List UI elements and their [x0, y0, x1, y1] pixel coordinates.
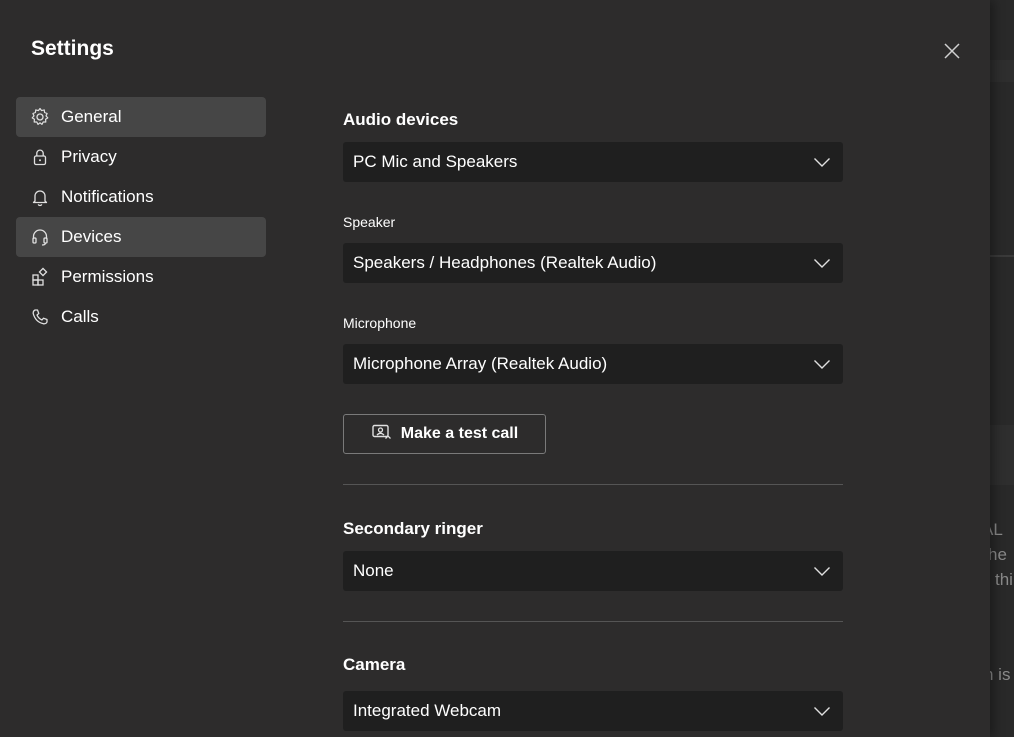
chevron-down-icon	[811, 151, 833, 173]
audio-devices-label: Audio devices	[343, 110, 459, 129]
background-text: thi	[995, 570, 1013, 589]
make-test-call-button[interactable]: Make a test call	[343, 414, 546, 454]
speaker-dropdown[interactable]: Speakers / Headphones (Realtek Audio)	[343, 243, 843, 283]
nav-item-general[interactable]: General	[16, 97, 266, 137]
secondary-ringer-dropdown[interactable]: None	[343, 551, 843, 591]
secondary-ringer-label: Secondary ringer	[343, 519, 483, 538]
test-call-icon	[371, 423, 393, 446]
audio-devices-dropdown[interactable]: PC Mic and Speakers	[343, 142, 843, 182]
dropdown-value: Microphone Array (Realtek Audio)	[353, 354, 608, 373]
background-text: AL	[990, 520, 1003, 539]
nav-item-label: Permissions	[61, 267, 154, 286]
lock-icon	[29, 146, 51, 168]
close-icon	[944, 43, 960, 59]
chevron-down-icon	[811, 252, 833, 274]
nav-item-label: General	[61, 107, 122, 126]
dropdown-value: PC Mic and Speakers	[353, 152, 518, 171]
background-text: he	[990, 545, 1007, 564]
nav-item-calls[interactable]: Calls	[16, 297, 266, 337]
dropdown-value: Integrated Webcam	[353, 701, 502, 720]
section-divider	[343, 621, 843, 622]
settings-nav: General Privacy Notifications Devices Pe…	[16, 97, 266, 337]
chevron-down-icon	[811, 560, 833, 582]
background-strip	[990, 60, 1014, 82]
chevron-down-icon	[811, 700, 833, 722]
chevron-down-icon	[811, 353, 833, 375]
nav-item-label: Privacy	[61, 147, 117, 166]
nav-item-notifications[interactable]: Notifications	[16, 177, 266, 217]
background-divider	[990, 255, 1014, 257]
nav-item-permissions[interactable]: Permissions	[16, 257, 266, 297]
microphone-label: Microphone	[343, 315, 417, 331]
gear-icon	[29, 106, 51, 128]
dropdown-value: None	[353, 561, 394, 580]
camera-label: Camera	[343, 655, 406, 674]
nav-item-devices[interactable]: Devices	[16, 217, 266, 257]
section-divider	[343, 484, 843, 485]
dialog-title: Settings	[31, 37, 114, 60]
dropdown-value: Speakers / Headphones (Realtek Audio)	[353, 253, 657, 272]
button-label: Make a test call	[400, 425, 519, 442]
headset-icon	[29, 226, 51, 248]
background-strip	[990, 425, 1014, 485]
nav-item-label: Calls	[61, 307, 99, 326]
bell-icon	[29, 186, 51, 208]
nav-item-label: Notifications	[61, 187, 154, 206]
nav-item-privacy[interactable]: Privacy	[16, 137, 266, 177]
nav-item-label: Devices	[61, 227, 122, 246]
apps-icon	[29, 266, 51, 288]
close-button[interactable]	[941, 40, 963, 62]
phone-icon	[29, 306, 51, 328]
microphone-dropdown[interactable]: Microphone Array (Realtek Audio)	[343, 344, 843, 384]
background-app: AL he thi n is	[990, 0, 1014, 737]
speaker-label: Speaker	[343, 214, 396, 230]
settings-dialog: Settings General Privacy Notifications D…	[0, 0, 990, 737]
camera-dropdown[interactable]: Integrated Webcam	[343, 691, 843, 731]
background-text: n is	[990, 665, 1011, 684]
